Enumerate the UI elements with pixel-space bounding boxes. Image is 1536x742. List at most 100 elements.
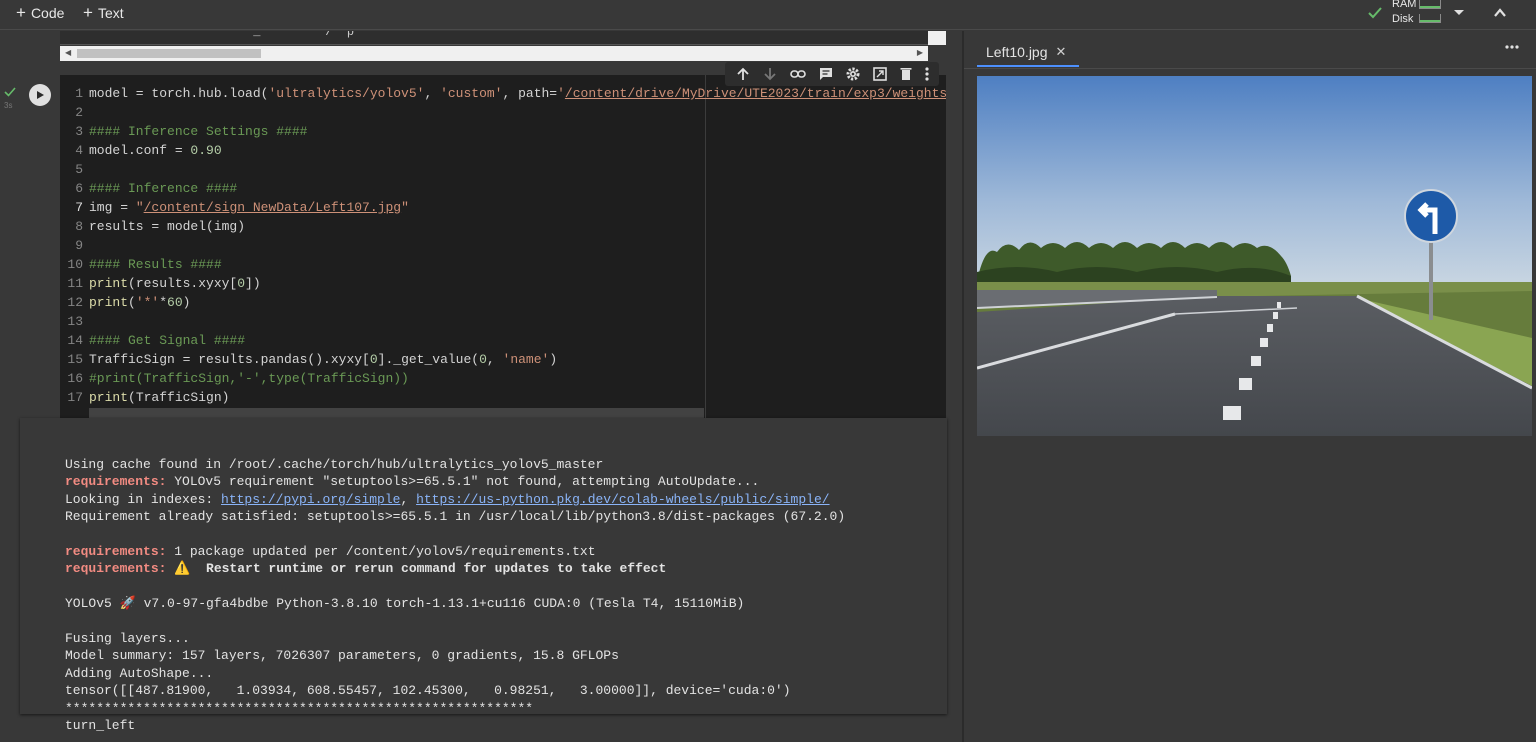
output-line: tensor([[487.81900, 1.03934, 608.55457, …	[65, 682, 791, 699]
code-token: ,	[424, 86, 441, 101]
mirror-cell-icon[interactable]	[872, 67, 887, 81]
code-token: 0.90	[190, 143, 222, 158]
check-icon	[1368, 7, 1382, 19]
resources-indicator[interactable]: RAM Disk	[1366, 0, 1446, 28]
output-text: Requirement already satisfied: setuptool…	[65, 509, 846, 525]
code-line[interactable]: 13	[60, 312, 946, 331]
code-line[interactable]: 8 results = model(img)	[60, 217, 946, 236]
code-token: "	[401, 200, 409, 215]
tab-divider	[964, 68, 1536, 69]
code-text: #### Inference Settings ####	[89, 122, 307, 141]
line-number: 16	[67, 371, 83, 386]
code-token: (	[128, 295, 136, 310]
code-token: 0	[479, 352, 487, 367]
more-horiz-icon[interactable]	[1504, 39, 1520, 55]
disk-label: Disk	[1392, 13, 1414, 25]
link-icon[interactable]	[789, 67, 806, 81]
code-text: model = torch.hub.load('ultralytics/yolo…	[89, 84, 946, 103]
code-text: model.conf = 0.90	[89, 141, 222, 160]
code-token: results = model(img)	[89, 219, 246, 234]
add-code-button[interactable]: + Code	[16, 4, 64, 22]
move-down-icon[interactable]	[763, 67, 777, 81]
output-text: turn_left	[65, 718, 136, 733]
code-line[interactable]: 7 img = "/content/sign_NewData/Left107.jp…	[60, 198, 946, 217]
code-text: print(TrafficSign)	[89, 388, 229, 407]
output-text: Fusing layers...	[65, 631, 190, 646]
code-token: "	[135, 200, 144, 215]
comment-icon[interactable]	[819, 67, 833, 81]
execution-time: 3s	[4, 101, 13, 110]
code-editor[interactable]: 1 model = torch.hub.load('ultralytics/yol…	[60, 75, 946, 418]
code-token: )	[549, 352, 558, 367]
code-token: ]._get_value(	[377, 352, 480, 367]
code-token: #print(TrafficSign,'-',type(TrafficSign)…	[89, 371, 409, 386]
code-token: print	[89, 295, 129, 310]
output-link[interactable]: https://us-python.pkg.dev/colab-wheels/p…	[416, 492, 829, 507]
add-code-label: Code	[30, 5, 65, 21]
code-token: )	[182, 295, 191, 310]
delete-icon[interactable]	[900, 67, 912, 81]
code-line[interactable]: 2	[60, 103, 946, 122]
chevron-down-icon[interactable]	[1453, 9, 1465, 17]
line-number: 10	[67, 257, 83, 272]
line-number: 12	[67, 295, 83, 310]
file-viewer-panel: Left10.jpg ✕	[964, 31, 1536, 742]
more-vert-icon[interactable]	[924, 67, 929, 81]
code-line[interactable]: 17 print(TrafficSign)	[60, 388, 946, 407]
output-text: YOLOv5 🚀 v7.0-97-gfa4bdbe Python-3.8.10 …	[65, 596, 745, 612]
disk-meter	[1419, 14, 1441, 23]
code-line[interactable]: 11 print(results.xyxy[0])	[60, 274, 946, 293]
close-icon[interactable]: ✕	[1056, 44, 1067, 60]
code-line[interactable]: 4 model.conf = 0.90	[60, 141, 946, 160]
output-line: ****************************************…	[65, 700, 533, 717]
horizontal-scrollbar[interactable]: ◀ ▶	[60, 46, 928, 61]
line-number: 4	[75, 143, 83, 158]
code-line[interactable]: 12 print('*'*60)	[60, 293, 946, 312]
line-number: 15	[67, 352, 83, 367]
code-token: ])	[245, 276, 261, 291]
code-text: #print(TrafficSign,'-',type(TrafficSign)…	[89, 369, 409, 388]
output-text: Using cache found in /root/.cache/torch/…	[65, 457, 604, 472]
code-token: model.conf =	[89, 143, 191, 158]
output-line: Adding AutoShape...	[65, 665, 213, 682]
code-line[interactable]: 14 #### Get Signal ####	[60, 331, 946, 350]
code-token: #### Inference Settings ####	[89, 124, 308, 139]
line-number: 14	[67, 333, 83, 348]
code-token: (TrafficSign)	[128, 390, 230, 405]
code-token: #### Get Signal ####	[89, 333, 246, 348]
run-cell-button[interactable]	[29, 84, 51, 106]
output-text: Looking in indexes:	[65, 491, 222, 507]
tab-left10-jpg[interactable]: Left10.jpg ✕	[977, 39, 1079, 67]
output-link[interactable]: https://pypi.org/simple	[221, 492, 400, 507]
gear-icon[interactable]	[846, 67, 860, 81]
chevron-up-icon[interactable]	[1492, 5, 1508, 21]
output-text: requirements:	[65, 544, 167, 559]
code-token: print	[89, 390, 129, 405]
code-line[interactable]: 5	[60, 160, 946, 179]
editor-scrollbar[interactable]	[89, 408, 704, 418]
code-line[interactable]: 16 #print(TrafficSign,'-',type(TrafficSig…	[60, 369, 946, 388]
code-line[interactable]: 15 TrafficSign = results.pandas().xyxy[ 0]…	[60, 350, 946, 369]
top-toolbar: + Code + Text RAM Disk	[0, 0, 1536, 30]
code-token: 'custom'	[440, 86, 503, 101]
ram-meter	[1419, 0, 1441, 9]
code-text: TrafficSign = results.pandas().xyxy[ 0]._…	[89, 350, 557, 369]
move-up-icon[interactable]	[736, 67, 750, 81]
code-token: TrafficSign = results.pandas().xyxy[	[89, 352, 370, 367]
code-line[interactable]: 6 #### Inference ####	[60, 179, 946, 198]
output-line: YOLOv5 🚀 v7.0-97-gfa4bdbe Python-3.8.10 …	[65, 595, 744, 612]
cell-output: Using cache found in /root/.cache/torch/…	[20, 418, 947, 733]
output-line: requirements: 1 package updated per /con…	[65, 543, 596, 560]
code-token[interactable]: /content/drive/MyDrive/UTE2023/train/exp…	[565, 86, 946, 101]
line-number: 6	[75, 181, 83, 196]
scrollbar-thumb[interactable]	[77, 49, 261, 58]
code-text: img = "/content/sign_NewData/Left107.jpg…	[89, 198, 409, 217]
code-text: #### Inference ####	[89, 179, 237, 198]
code-line[interactable]: 9	[60, 236, 946, 255]
code-line[interactable]: 3 #### Inference Settings ####	[60, 122, 946, 141]
code-token: print	[89, 276, 129, 291]
code-line[interactable]: 1 model = torch.hub.load('ultralytics/yol…	[60, 84, 946, 103]
add-text-button[interactable]: + Text	[83, 4, 124, 22]
code-token[interactable]: /content/sign_NewData/Left107.jpg	[144, 200, 401, 215]
code-line[interactable]: 10 #### Results ####	[60, 255, 946, 274]
